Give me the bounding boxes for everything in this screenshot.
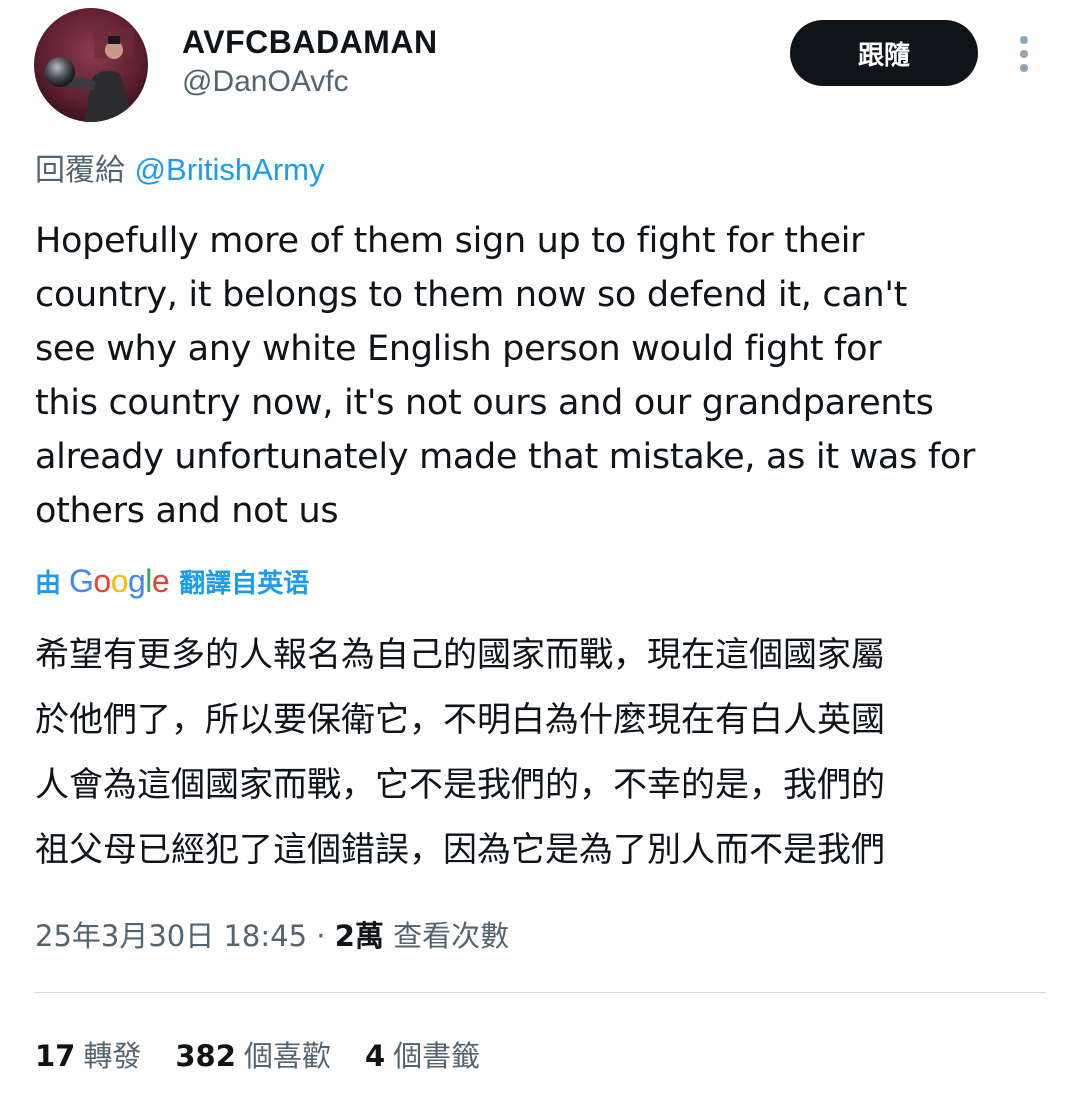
views-count: 2萬 xyxy=(334,919,384,953)
bookmarks-stat[interactable]: 4 個書籤 xyxy=(365,1034,480,1078)
retweets-count: 17 xyxy=(35,1039,76,1073)
tweet-meta: 25年3月30日 18:45 · 2萬 查看次數 xyxy=(35,914,509,958)
bookmarks-count: 4 xyxy=(364,1039,386,1073)
translation-attribution[interactable]: 由 Google 翻譯自英语 xyxy=(35,560,309,602)
likes-label: 個喜歡 xyxy=(243,1039,331,1073)
more-vertical-icon[interactable] xyxy=(1008,30,1040,78)
avatar-image xyxy=(34,8,148,122)
author-handle[interactable]: @DanOAvfc xyxy=(182,62,349,102)
likes-stat[interactable]: 382 個喜歡 xyxy=(175,1034,331,1078)
retweets-stat[interactable]: 17 轉發 xyxy=(35,1034,141,1078)
tweet-body: Hopefully more of them sign up to fight … xyxy=(35,221,976,531)
bookmarks-label: 個書籤 xyxy=(393,1039,481,1073)
translation-suffix: 翻譯自英语 xyxy=(179,568,310,599)
meta-separator: · xyxy=(307,919,335,953)
views-label: 查看次數 xyxy=(393,919,510,953)
divider xyxy=(35,992,1046,993)
author-display-name[interactable]: AVFCBADAMAN xyxy=(182,22,438,62)
tweet-header: AVFCBADAMAN @DanOAvfc 跟隨 xyxy=(0,0,1080,140)
translated-body: 希望有更多的人報名為自己的國家而戰，現在這個國家屬 於他們了，所以要保衛它，不明… xyxy=(35,635,885,870)
reply-prefix: 回覆給 xyxy=(35,153,125,188)
reply-context: 回覆給 @BritishArmy xyxy=(35,148,324,193)
follow-button[interactable]: 跟隨 xyxy=(790,20,978,86)
engagement-stats: 17 轉發 382 個喜歡 4 個書籤 xyxy=(35,1034,514,1078)
likes-count: 382 xyxy=(175,1039,236,1073)
translation-prefix: 由 xyxy=(35,568,62,599)
reply-to-link[interactable]: @BritishArmy xyxy=(135,152,325,187)
retweets-label: 轉發 xyxy=(83,1039,142,1073)
timestamp[interactable]: 25年3月30日 18:45 xyxy=(35,919,307,953)
google-logo: Google xyxy=(69,562,170,599)
avatar[interactable] xyxy=(34,8,148,122)
